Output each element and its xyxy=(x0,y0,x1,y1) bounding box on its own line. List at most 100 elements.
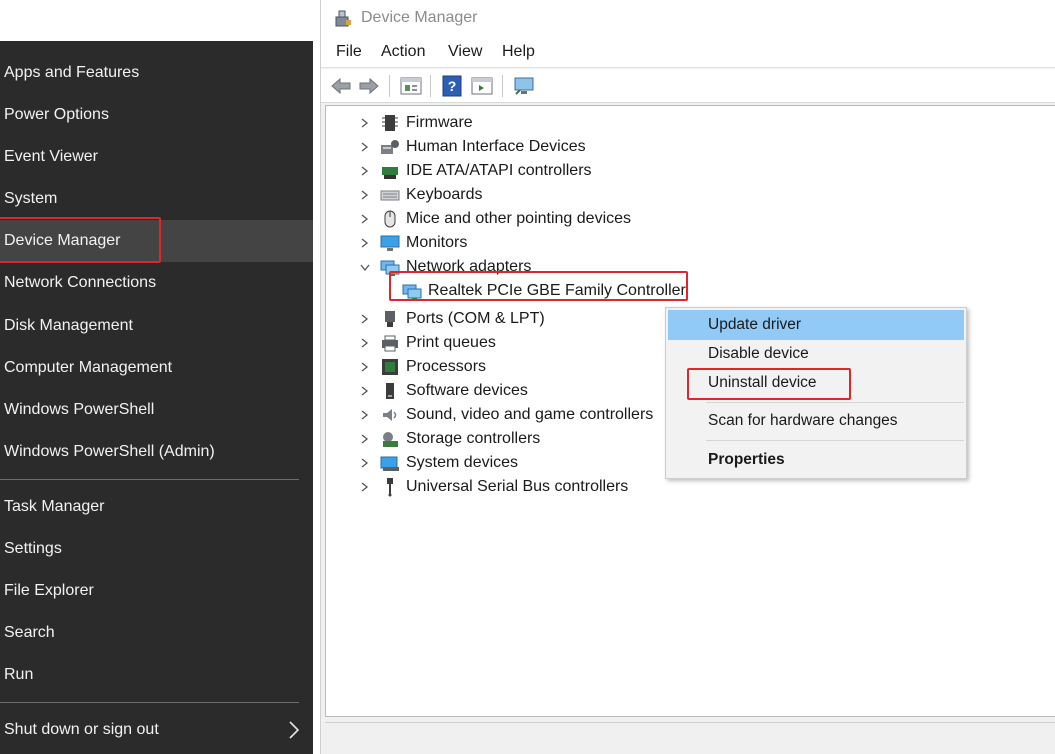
chevron-right-icon[interactable] xyxy=(358,332,372,354)
menu-item-label: Disk Management xyxy=(4,317,133,334)
svg-text:?: ? xyxy=(448,78,457,94)
chevron-right-icon[interactable] xyxy=(358,208,372,230)
chevron-right-icon[interactable] xyxy=(358,308,372,330)
tree-node-label: Human Interface Devices xyxy=(406,138,586,155)
tree-node-label: Network adapters xyxy=(406,258,532,275)
menu-item-system[interactable]: System xyxy=(0,178,313,220)
chevron-right-icon[interactable] xyxy=(358,136,372,158)
tree-node-monitors[interactable]: Monitors xyxy=(358,232,467,254)
title-bar: Device Manager xyxy=(321,0,1055,38)
menu-item-label: Network Connections xyxy=(4,274,157,291)
tree-node-print-queues[interactable]: Print queues xyxy=(358,332,496,354)
menu-item-event-viewer[interactable]: Event Viewer xyxy=(0,136,313,178)
chevron-right-icon[interactable] xyxy=(358,380,372,402)
chevron-right-icon[interactable] xyxy=(358,452,372,474)
window-title: Device Manager xyxy=(361,9,478,26)
status-bar xyxy=(325,722,1055,752)
menu-view[interactable]: View xyxy=(448,43,482,61)
tree-node-network-adapters[interactable]: Network adapters xyxy=(358,256,531,278)
menu-item-label: File Explorer xyxy=(4,582,94,599)
context-item-disable-device[interactable]: Disable device xyxy=(668,339,964,369)
context-item-properties[interactable]: Properties xyxy=(668,445,964,475)
chevron-right-icon[interactable] xyxy=(358,428,372,450)
tree-node-label: Sound, video and game controllers xyxy=(406,406,654,423)
chevron-right-icon[interactable] xyxy=(358,160,372,182)
chevron-right-icon[interactable] xyxy=(358,356,372,378)
menu-action[interactable]: Action xyxy=(381,43,425,61)
tree-node-label: System devices xyxy=(406,454,519,471)
menu-item-label: Computer Management xyxy=(4,359,173,376)
toolbar-separator xyxy=(502,75,503,97)
context-item-label: Disable device xyxy=(708,345,809,362)
context-menu: Update driver Disable device Uninstall d… xyxy=(665,307,967,479)
chevron-right-icon[interactable] xyxy=(358,404,372,426)
menu-file[interactable]: File xyxy=(336,43,362,61)
tree-node-keyboards[interactable]: Keyboards xyxy=(358,184,483,206)
chevron-right-icon[interactable] xyxy=(358,232,372,254)
menu-item-search[interactable]: Search xyxy=(0,612,313,654)
chevron-right-icon xyxy=(289,721,300,739)
context-item-label: Scan for hardware changes xyxy=(708,412,898,429)
menu-item-label: Windows PowerShell xyxy=(4,401,155,418)
menu-item-label: System xyxy=(4,190,58,207)
tree-node-human-interface-devices[interactable]: Human Interface Devices xyxy=(358,136,586,158)
menu-item-computer-management[interactable]: Computer Management xyxy=(0,347,313,389)
chevron-down-icon[interactable] xyxy=(358,256,372,278)
menu-item-apps-and-features[interactable]: Apps and Features xyxy=(0,52,313,94)
tree-node-system-devices[interactable]: System devices xyxy=(358,452,518,474)
run-view-icon[interactable] xyxy=(470,74,494,98)
chevron-right-icon[interactable] xyxy=(358,184,372,206)
tree-node-sound-video-game[interactable]: Sound, video and game controllers xyxy=(358,404,653,426)
help-icon[interactable]: ? xyxy=(440,74,464,98)
menu-item-settings[interactable]: Settings xyxy=(0,528,313,570)
tree-node-software-devices[interactable]: Software devices xyxy=(358,380,528,402)
tree-node-label: Storage controllers xyxy=(406,430,541,447)
menu-item-label: Settings xyxy=(4,540,62,557)
tree-node-realtek-pcie-gbe[interactable]: Realtek PCIe GBE Family Controller xyxy=(402,280,686,302)
device-manager-icon xyxy=(335,10,351,27)
menu-item-windows-powershell-admin[interactable]: Windows PowerShell (Admin) xyxy=(0,431,313,473)
menu-item-label: Run xyxy=(4,666,34,683)
processor-icon xyxy=(382,359,398,375)
properties-sheet-icon[interactable] xyxy=(399,74,423,98)
menu-item-label: Task Manager xyxy=(4,498,105,515)
speaker-icon xyxy=(383,409,397,421)
tree-node-ide-ata-atapi-controllers[interactable]: IDE ATA/ATAPI controllers xyxy=(358,160,592,182)
tree-node-mice[interactable]: Mice and other pointing devices xyxy=(358,208,631,230)
tree-node-storage-controllers[interactable]: Storage controllers xyxy=(358,428,540,450)
context-item-label: Properties xyxy=(708,451,785,468)
chevron-right-icon[interactable] xyxy=(358,112,372,134)
menu-item-label: Search xyxy=(4,624,55,641)
tree-node-usb-controllers[interactable]: Universal Serial Bus controllers xyxy=(358,476,628,498)
usb-icon xyxy=(387,478,393,497)
keyboard-icon xyxy=(380,190,400,201)
menu-item-disk-management[interactable]: Disk Management xyxy=(0,305,313,347)
menu-item-network-connections[interactable]: Network Connections xyxy=(0,262,313,304)
menu-item-device-manager[interactable]: Device Manager xyxy=(0,220,313,262)
tree-node-label: Mice and other pointing devices xyxy=(406,210,632,227)
tree-node-label: Print queues xyxy=(406,334,496,351)
menu-item-label: Event Viewer xyxy=(4,148,98,165)
menu-item-shut-down-or-sign-out[interactable]: Shut down or sign out xyxy=(0,709,313,751)
firmware-icon xyxy=(382,115,398,131)
monitor-scan-icon[interactable] xyxy=(512,74,536,98)
tree-node-ports[interactable]: Ports (COM & LPT) xyxy=(358,308,545,330)
menu-item-power-options[interactable]: Power Options xyxy=(0,94,313,136)
menu-help[interactable]: Help xyxy=(502,43,535,61)
tree-node-processors[interactable]: Processors xyxy=(358,356,486,378)
tree-node-firmware[interactable]: Firmware xyxy=(358,112,473,134)
back-icon[interactable] xyxy=(329,74,353,98)
menu-item-run[interactable]: Run xyxy=(0,654,313,696)
tree-node-label: Realtek PCIe GBE Family Controller xyxy=(428,282,686,299)
context-item-scan-hardware[interactable]: Scan for hardware changes xyxy=(668,406,964,436)
menu-item-task-manager[interactable]: Task Manager xyxy=(0,486,313,528)
forward-icon[interactable] xyxy=(357,74,381,98)
chevron-right-icon[interactable] xyxy=(358,476,372,498)
context-item-update-driver[interactable]: Update driver xyxy=(668,310,964,340)
context-item-uninstall-device[interactable]: Uninstall device xyxy=(668,368,964,398)
menu-item-label: Windows PowerShell (Admin) xyxy=(4,443,215,460)
context-item-label: Uninstall device xyxy=(708,374,817,391)
context-item-label: Update driver xyxy=(708,316,802,333)
menu-item-windows-powershell[interactable]: Windows PowerShell xyxy=(0,389,313,431)
menu-item-file-explorer[interactable]: File Explorer xyxy=(0,570,313,612)
